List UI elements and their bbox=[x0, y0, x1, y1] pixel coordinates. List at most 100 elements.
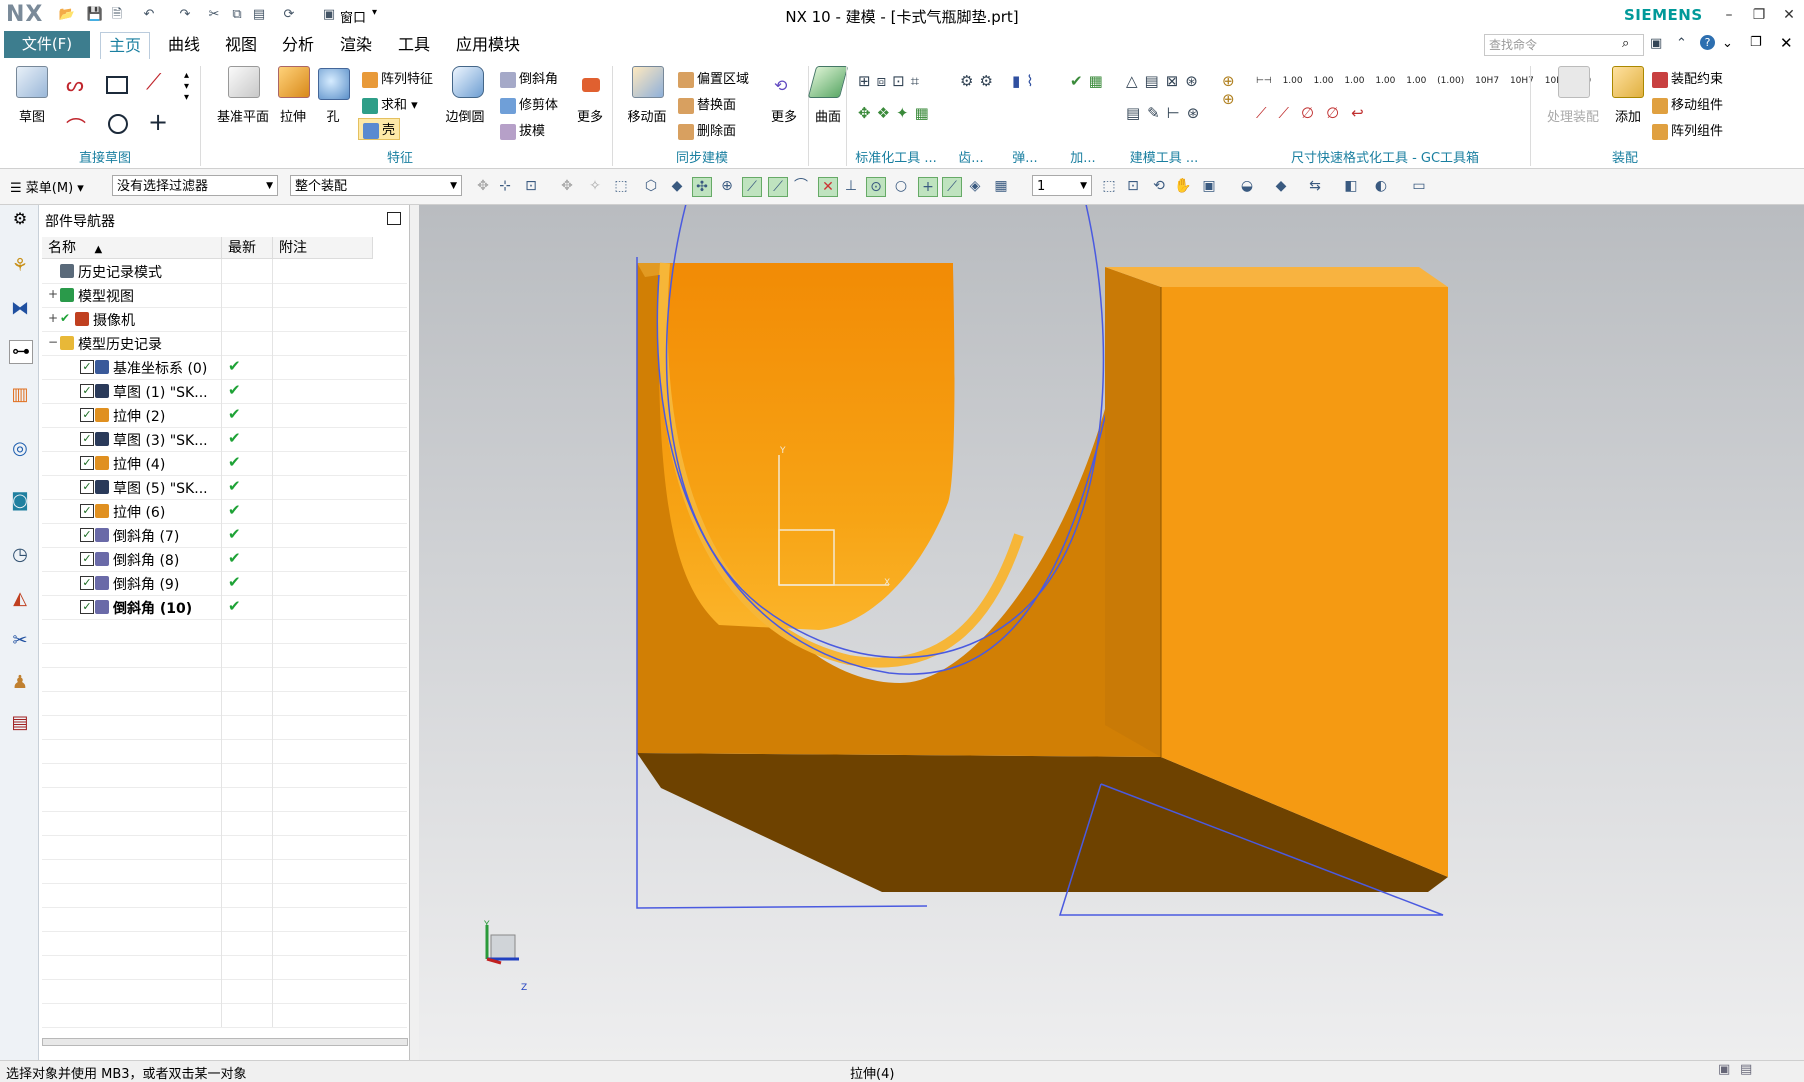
pattern-feature-button[interactable]: 阵列特征 bbox=[362, 68, 433, 88]
system-scene-icon[interactable]: ▤ bbox=[9, 712, 31, 734]
dim-label[interactable]: (1.00) bbox=[1437, 76, 1464, 86]
more-sync-icon[interactable]: ⟲ bbox=[774, 76, 787, 95]
snap-quadrant-icon[interactable]: ○ bbox=[892, 177, 910, 195]
doc-close-icon[interactable]: ✕ bbox=[1780, 34, 1793, 52]
offset-region-button[interactable]: 偏置区域 bbox=[678, 68, 749, 88]
command-search-input[interactable]: 查找命令 bbox=[1484, 34, 1644, 56]
assembly-navigator-icon[interactable]: ⚘ bbox=[9, 255, 31, 277]
expand-icon[interactable]: + bbox=[48, 311, 58, 325]
tree-row[interactable]: ✓ 草图 (1) "SK... ✔ bbox=[42, 379, 407, 404]
circle-icon[interactable] bbox=[108, 114, 128, 134]
snap-grid-icon[interactable]: ▦ bbox=[992, 177, 1010, 195]
visibility-checkbox[interactable]: ✓ bbox=[80, 480, 94, 494]
tree-row[interactable]: + ✔ 摄像机 bbox=[42, 307, 407, 332]
snap-face-icon[interactable]: ◈ bbox=[966, 177, 984, 195]
dim-label[interactable]: 10H7 bbox=[1475, 76, 1499, 86]
snap-endpoint-icon[interactable]: ✣ bbox=[692, 177, 712, 197]
rectangle-icon[interactable] bbox=[106, 76, 128, 94]
rectangle-select-icon[interactable]: ⬚ bbox=[612, 177, 630, 195]
snap-perpendicular-icon[interactable]: ⊥ bbox=[842, 177, 860, 195]
delete-face-button[interactable]: 删除面 bbox=[678, 120, 736, 140]
visibility-checkbox[interactable]: ✓ bbox=[80, 456, 94, 470]
expand-icon[interactable]: + bbox=[48, 287, 58, 301]
replace-face-button[interactable]: 替换面 bbox=[678, 94, 736, 114]
zoom-icon[interactable]: ⊡ bbox=[1124, 177, 1142, 195]
tree-row[interactable]: ✓ 拉伸 (6) ✔ bbox=[42, 499, 407, 524]
add-component-button[interactable]: 添加 bbox=[1608, 106, 1648, 125]
edge-blend-icon[interactable] bbox=[452, 66, 484, 98]
sketch-button[interactable]: 草图 bbox=[12, 106, 52, 125]
right-block-side[interactable] bbox=[1105, 267, 1161, 757]
pattern-component-button[interactable]: 阵列组件 bbox=[1652, 120, 1723, 140]
visibility-checkbox[interactable]: ✓ bbox=[80, 552, 94, 566]
general-select-icon[interactable]: ⊹ bbox=[496, 177, 514, 195]
edge-blend-button[interactable]: 边倒圆 bbox=[440, 106, 490, 125]
collapse-ribbon-icon[interactable]: ⌃ bbox=[1676, 36, 1687, 51]
assembly-constraint-button[interactable]: 装配约束 bbox=[1652, 68, 1723, 88]
tree-row[interactable]: ✓ 倒斜角 (7) ✔ bbox=[42, 523, 407, 548]
move-component-button[interactable]: 移动组件 bbox=[1652, 94, 1723, 114]
modeling-tools-icons[interactable]: △▤⊠⊛ bbox=[1126, 72, 1205, 90]
render-style-icon[interactable]: ◒ bbox=[1238, 177, 1256, 195]
part-navigator-icon[interactable]: ⊶ bbox=[9, 340, 33, 364]
dim-label[interactable]: 1.00 bbox=[1375, 76, 1395, 86]
visibility-checkbox[interactable]: ✓ bbox=[80, 360, 94, 374]
process-studio-icon[interactable]: ✂ bbox=[9, 630, 31, 652]
tree-row[interactable]: + 模型视图 bbox=[42, 283, 407, 308]
process-assembly-button[interactable]: 处理装配 bbox=[1542, 106, 1604, 125]
visibility-checkbox[interactable]: ✓ bbox=[80, 432, 94, 446]
gear-tools-icons[interactable]: ⚙⚙ bbox=[960, 72, 999, 90]
shell-button[interactable]: 壳 bbox=[358, 118, 401, 140]
tab-home[interactable]: 主页 bbox=[100, 32, 151, 59]
dim-label[interactable]: 1.00 bbox=[1283, 76, 1303, 86]
trim-body-button[interactable]: 修剪体 bbox=[500, 94, 558, 114]
tab-analysis[interactable]: 分析 bbox=[274, 32, 322, 58]
extrude-icon[interactable] bbox=[278, 66, 310, 98]
visibility-checkbox[interactable]: ✓ bbox=[80, 600, 94, 614]
move-face-button[interactable]: 移动面 bbox=[622, 106, 672, 125]
snap-icon[interactable]: ⊡ bbox=[522, 177, 540, 195]
dim-label[interactable]: 1.00 bbox=[1406, 76, 1426, 86]
visibility-checkbox[interactable]: ✓ bbox=[80, 528, 94, 542]
snap-line-icon[interactable]: ⟋ bbox=[742, 177, 762, 197]
tree-row[interactable]: ✓ 倒斜角 (9) ✔ bbox=[42, 571, 407, 596]
dim-format-row[interactable]: ⊢⊣ 1.00 1.00 1.00 1.00 1.00 (1.00) 10H7 … bbox=[1256, 76, 1591, 86]
hd3d-tools-icon[interactable]: ◎ bbox=[9, 438, 31, 460]
file-menu-tab[interactable]: 文件(F) bbox=[4, 31, 90, 58]
dim-format-row2[interactable]: ⟋⟋∅∅↩ bbox=[1256, 104, 1376, 122]
point-icon[interactable]: + bbox=[148, 108, 168, 136]
fit-view-icon[interactable]: ⬚ bbox=[1100, 177, 1118, 195]
snap-tangent-icon[interactable]: ⟋ bbox=[942, 177, 962, 197]
pan-icon[interactable]: ✋ bbox=[1174, 177, 1192, 195]
move-face-icon[interactable] bbox=[632, 66, 664, 98]
resource-bar-settings-icon[interactable]: ⚙ bbox=[9, 208, 31, 230]
tree-row[interactable]: ✓ 草图 (5) "SK... ✔ bbox=[42, 475, 407, 500]
status-icon-1[interactable]: ▣ bbox=[1718, 1062, 1730, 1077]
visibility-icon[interactable]: ◐ bbox=[1372, 177, 1390, 195]
selection-scope-select[interactable]: 整个装配 ▼ bbox=[290, 175, 462, 196]
tree-row[interactable]: ✓ 倒斜角 (8) ✔ bbox=[42, 547, 407, 572]
measure-icon[interactable]: ▭ bbox=[1410, 177, 1428, 195]
column-comment[interactable]: 附注 bbox=[273, 237, 373, 259]
dim-label[interactable]: 1.00 bbox=[1344, 76, 1364, 86]
snap-midpoint-icon[interactable]: ⊕ bbox=[718, 177, 736, 195]
column-uptodate[interactable]: 最新 bbox=[222, 237, 273, 259]
chamfer-button[interactable]: 倒斜角 bbox=[500, 68, 558, 88]
work-layer-select[interactable]: 1 ▼ bbox=[1032, 175, 1092, 196]
tab-application[interactable]: 应用模块 bbox=[448, 32, 528, 58]
shaded-icon[interactable]: ◆ bbox=[1272, 177, 1290, 195]
collapse-icon[interactable]: − bbox=[48, 335, 58, 349]
system-materials-icon[interactable]: ◭ bbox=[9, 588, 31, 610]
tree-row[interactable]: − 模型历史记录 bbox=[42, 331, 407, 356]
rotate-icon[interactable]: ⟲ bbox=[1150, 177, 1168, 195]
help-icon[interactable]: ? bbox=[1700, 35, 1715, 50]
inner-cylinder-face[interactable] bbox=[658, 263, 955, 630]
status-icon-2[interactable]: ▤ bbox=[1740, 1062, 1752, 1077]
snap-on-curve-icon[interactable]: ⟋ bbox=[768, 177, 788, 197]
visibility-checkbox[interactable]: ✓ bbox=[80, 408, 94, 422]
column-name[interactable]: 名称 ▲ bbox=[42, 237, 222, 259]
standard-tools-icons-row2[interactable]: ✥❖✦▦ bbox=[858, 104, 935, 122]
standard-tools-icons[interactable]: ⊞⧈⊡⌗ bbox=[858, 72, 925, 90]
snap-arc-icon[interactable]: ⌒ bbox=[792, 177, 810, 195]
select-feature-icon[interactable]: ✥ bbox=[474, 177, 492, 195]
